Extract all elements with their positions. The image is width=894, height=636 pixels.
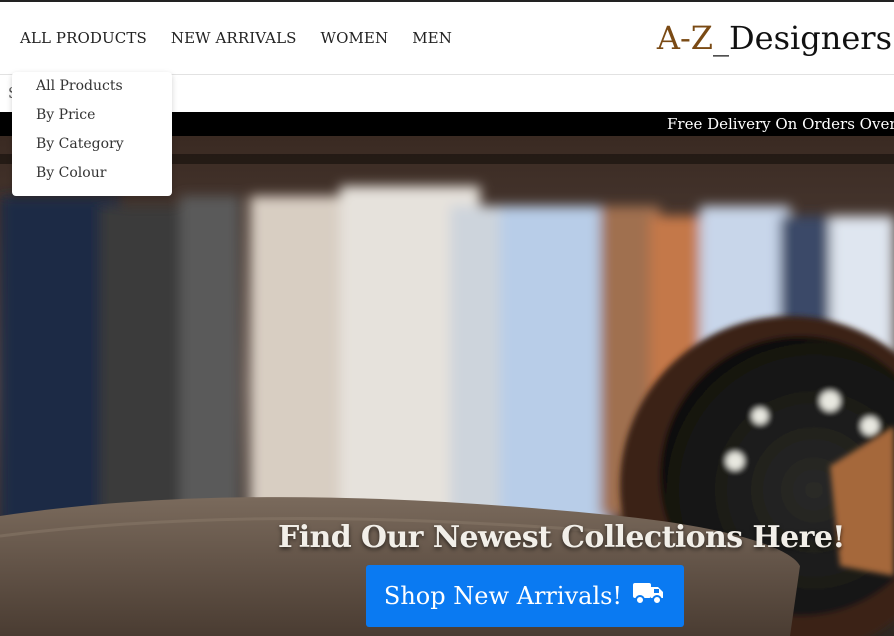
nav-all-products[interactable]: ALL PRODUCTS <box>20 29 147 47</box>
hero-heading: Find Our Newest Collections Here! <box>278 520 845 555</box>
dropdown-item-all-products[interactable]: All Products <box>36 78 123 94</box>
brand-part-2: _Designers <box>713 19 892 57</box>
hero-image <box>0 136 894 636</box>
nav-women[interactable]: WOMEN <box>321 29 389 47</box>
all-products-dropdown: All Products By Price By Category By Col… <box>12 72 172 196</box>
hero-banner <box>0 136 894 636</box>
dropdown-item-by-price[interactable]: By Price <box>36 107 95 123</box>
brand-logo[interactable]: A-Z_Designers <box>657 22 892 54</box>
brand-part-1: A-Z <box>656 19 713 57</box>
nav-links: ALL PRODUCTS NEW ARRIVALS WOMEN MEN <box>20 2 476 74</box>
nav-new-arrivals[interactable]: NEW ARRIVALS <box>171 29 297 47</box>
nav-men[interactable]: MEN <box>412 29 452 47</box>
top-navbar: ALL PRODUCTS NEW ARRIVALS WOMEN MEN A-Z_… <box>0 2 894 75</box>
cta-label: Shop New Arrivals! <box>383 582 623 610</box>
truck-icon <box>632 580 666 612</box>
promo-text: Free Delivery On Orders Over € <box>667 115 894 133</box>
shop-new-arrivals-button[interactable]: Shop New Arrivals! <box>366 565 684 627</box>
dropdown-item-by-category[interactable]: By Category <box>36 136 124 152</box>
dropdown-item-by-colour[interactable]: By Colour <box>36 165 106 181</box>
